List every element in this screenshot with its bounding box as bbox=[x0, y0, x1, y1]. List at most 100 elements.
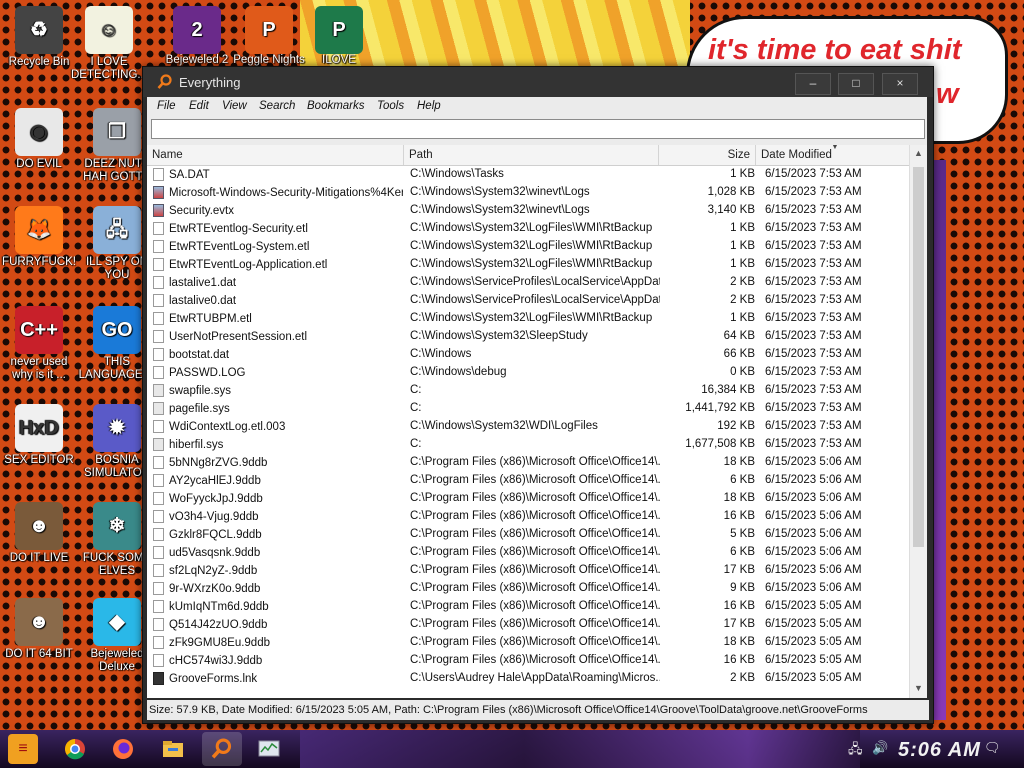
cell-date-modified: 6/15/2023 7:53 AM bbox=[765, 366, 905, 378]
table-row[interactable]: zFk9GMU8Eu.9ddb C:\Program Files (x86)\Mi… bbox=[147, 634, 909, 652]
cell-date-modified: 6/15/2023 7:53 AM bbox=[765, 384, 905, 396]
close-button[interactable]: × bbox=[882, 73, 918, 95]
desktop-icon[interactable]: P Peggle Nights bbox=[230, 6, 308, 67]
table-row[interactable]: bootstat.dat C:\Windows 66 KB 6/15/2023 7:5… bbox=[147, 346, 909, 364]
table-row[interactable]: WdiContextLog.etl.003 C:\Windows\System32… bbox=[147, 418, 909, 436]
cell-size: 18 KB bbox=[667, 636, 755, 648]
start-icon[interactable]: ≡ bbox=[8, 734, 38, 764]
firefox-icon[interactable] bbox=[108, 734, 138, 764]
cell-path-text: C:\Windows\System32\LogFiles\WMI\RtBacku… bbox=[410, 222, 653, 234]
cell-size: 5 KB bbox=[667, 528, 755, 540]
everything-taskbar-button[interactable] bbox=[202, 732, 242, 766]
table-row[interactable]: Gzklr8FQCL.9ddb C:\Program Files (x86)\Mi… bbox=[147, 526, 909, 544]
table-row[interactable]: UserNotPresentSession.etl C:\Windows\Syst… bbox=[147, 328, 909, 346]
cell-date-modified-text: 6/15/2023 7:53 AM bbox=[765, 366, 862, 378]
cell-path: C:\Program Files (x86)\Microsoft Office\… bbox=[410, 528, 660, 540]
desktop-icon[interactable]: C++ never used why is it ... bbox=[0, 306, 78, 382]
table-row[interactable]: sf2LqN2yZ-.9ddb C:\Program Files (x86)\Mi… bbox=[147, 562, 909, 580]
table-row[interactable]: swapfile.sys C: 16,384 KB 6/15/2023 7:53 AM bbox=[147, 382, 909, 400]
network-icon: 🖧 bbox=[93, 206, 141, 254]
network-icon[interactable]: 🖧 bbox=[848, 740, 863, 762]
desktop-icon[interactable]: ♻ Recycle Bin bbox=[0, 6, 78, 69]
menu-bookmarks[interactable]: Bookmarks bbox=[307, 100, 365, 112]
table-row[interactable]: EtwRTEventLog-System.etl C:\Windows\Syste… bbox=[147, 238, 909, 256]
cell-name-text: Q514J42zUO.9ddb bbox=[169, 619, 268, 631]
scroll-down-icon[interactable]: ▼ bbox=[914, 683, 923, 693]
maximize-button[interactable]: □ bbox=[838, 73, 874, 95]
desktop-icon[interactable]: ☻ DO IT LIVE bbox=[0, 502, 78, 565]
menu-tools[interactable]: Tools bbox=[377, 100, 404, 112]
table-row[interactable]: AY2ycaHlEJ.9ddb C:\Program Files (x86)\Mi… bbox=[147, 472, 909, 490]
desktop-icon[interactable]: 2 Bejeweled 2 bbox=[158, 6, 236, 67]
cell-size-text: 192 KB bbox=[717, 420, 755, 432]
desktop-icon[interactable]: ☻ DO IT 64 BIT bbox=[0, 598, 78, 661]
status-bar: Size: 57.9 KB, Date Modified: 6/15/2023 … bbox=[147, 700, 929, 720]
table-row[interactable]: lastalive0.dat C:\Windows\ServiceProfiles… bbox=[147, 292, 909, 310]
table-row[interactable]: EtwRTEventlog-Security.etl C:\Windows\Sys… bbox=[147, 220, 909, 238]
table-row[interactable]: GrooveForms.lnk C:\Users\Audrey Hale\AppD… bbox=[147, 670, 909, 688]
cell-size-text: 18 KB bbox=[723, 456, 755, 468]
table-row[interactable]: PASSWD.LOG C:\Windows\debug 0 KB 6/15/2023 … bbox=[147, 364, 909, 382]
column-name[interactable]: Name bbox=[147, 145, 404, 165]
table-row[interactable]: lastalive1.dat C:\Windows\ServiceProfiles… bbox=[147, 274, 909, 292]
cell-date-modified-text: 6/15/2023 5:06 AM bbox=[765, 564, 862, 576]
desktop-icon[interactable]: P ILOVE bbox=[300, 6, 378, 67]
cell-path-text: C:\Program Files (x86)\Microsoft Office\… bbox=[410, 456, 660, 468]
cell-name-text: hiberfil.sys bbox=[169, 439, 224, 451]
menu-edit[interactable]: Edit bbox=[189, 100, 209, 112]
minimize-button[interactable]: – bbox=[795, 73, 831, 95]
cell-date-modified-text: 6/15/2023 5:06 AM bbox=[765, 546, 862, 558]
volume-icon[interactable]: 🔊 bbox=[872, 740, 888, 756]
menu-search[interactable]: Search bbox=[259, 100, 295, 112]
menu-view[interactable]: View bbox=[222, 100, 247, 112]
desktop-icon[interactable]: 🦊 FURRYFUCK! bbox=[0, 206, 78, 269]
taskbar-clock[interactable]: 5:06 AM bbox=[898, 739, 981, 762]
column-size[interactable]: Size bbox=[659, 145, 756, 165]
file-icon bbox=[153, 240, 164, 253]
cell-size-text: 5 KB bbox=[730, 528, 755, 540]
menu-help[interactable]: Help bbox=[417, 100, 441, 112]
column-header: Name Path Size Date Modified ▼ bbox=[147, 145, 909, 166]
table-row[interactable]: kUmIqNTm6d.9ddb C:\Program Files (x86)\Mi… bbox=[147, 598, 909, 616]
desktop-icon[interactable]: HxD SEX EDITOR bbox=[0, 404, 78, 467]
menu-file[interactable]: File bbox=[157, 100, 176, 112]
table-row[interactable]: Microsoft-Windows-Security-Mitigations%4… bbox=[147, 184, 909, 202]
table-row[interactable]: EtwRTUBPM.etl C:\Windows\System32\LogFile… bbox=[147, 310, 909, 328]
cell-size: 16 KB bbox=[667, 510, 755, 522]
desktop-icon[interactable]: ☺ I LOVE DETECTING... bbox=[70, 6, 148, 82]
file-icon bbox=[153, 618, 164, 631]
cell-size: 1 KB bbox=[667, 168, 755, 180]
desktop-icon[interactable]: ◉ DO EVIL bbox=[0, 108, 78, 171]
cell-path-text: C:\Windows\ServiceProfiles\LocalService\… bbox=[410, 276, 660, 288]
title-bar[interactable]: Everything – □ × bbox=[143, 67, 933, 97]
task-manager-icon[interactable] bbox=[254, 734, 284, 764]
scrollbar-thumb[interactable] bbox=[913, 167, 924, 547]
table-row[interactable]: cHC574wi3J.9ddb C:\Program Files (x86)\Mi… bbox=[147, 652, 909, 670]
table-row[interactable]: pagefile.sys C: 1,441,792 KB 6/15/2023 7:53… bbox=[147, 400, 909, 418]
table-row[interactable]: WoFyyckJpJ.9ddb C:\Program Files (x86)\Mi… bbox=[147, 490, 909, 508]
cell-size-text: 2 KB bbox=[730, 276, 755, 288]
cell-name: zFk9GMU8Eu.9ddb bbox=[153, 636, 403, 649]
column-path[interactable]: Path bbox=[404, 145, 659, 165]
cell-path-text: C:\Windows\debug bbox=[410, 366, 507, 378]
file-explorer-icon[interactable] bbox=[158, 734, 188, 764]
table-row[interactable]: hiberfil.sys C: 1,677,508 KB 6/15/2023 7:53… bbox=[147, 436, 909, 454]
cell-path: C:\Program Files (x86)\Microsoft Office\… bbox=[410, 618, 660, 630]
table-row[interactable]: 9r-WXrzK0o.9ddb C:\Program Files (x86)\Mi… bbox=[147, 580, 909, 598]
table-row[interactable]: Q514J42zUO.9ddb C:\Program Files (x86)\Mi… bbox=[147, 616, 909, 634]
chrome-icon[interactable] bbox=[60, 734, 90, 764]
vertical-scrollbar[interactable]: ▲ ▼ bbox=[909, 145, 927, 698]
table-row[interactable]: 5bNNg8rZVG.9ddb C:\Program Files (x86)\Mi… bbox=[147, 454, 909, 472]
scroll-up-icon[interactable]: ▲ bbox=[914, 148, 923, 158]
search-input[interactable] bbox=[151, 119, 925, 139]
table-row[interactable]: vO3h4-Vjug.9ddb C:\Program Files (x86)\Mi… bbox=[147, 508, 909, 526]
table-row[interactable]: ud5Vasqsnk.9ddb C:\Program Files (x86)\Mi… bbox=[147, 544, 909, 562]
table-row[interactable]: SA.DAT C:\Windows\Tasks 1 KB 6/15/2023 7:53… bbox=[147, 166, 909, 184]
table-row[interactable]: EtwRTEventLog-Application.etl C:\Windows\… bbox=[147, 256, 909, 274]
cell-name-text: Security.evtx bbox=[169, 205, 234, 217]
cell-size-text: 1 KB bbox=[730, 258, 755, 270]
notifications-icon[interactable]: 🗨 bbox=[984, 740, 1001, 756]
cell-date-modified: 6/15/2023 5:05 AM bbox=[765, 654, 905, 666]
cell-date-modified-text: 6/15/2023 7:53 AM bbox=[765, 240, 862, 252]
table-row[interactable]: Security.evtx C:\Windows\System32\winevt\… bbox=[147, 202, 909, 220]
